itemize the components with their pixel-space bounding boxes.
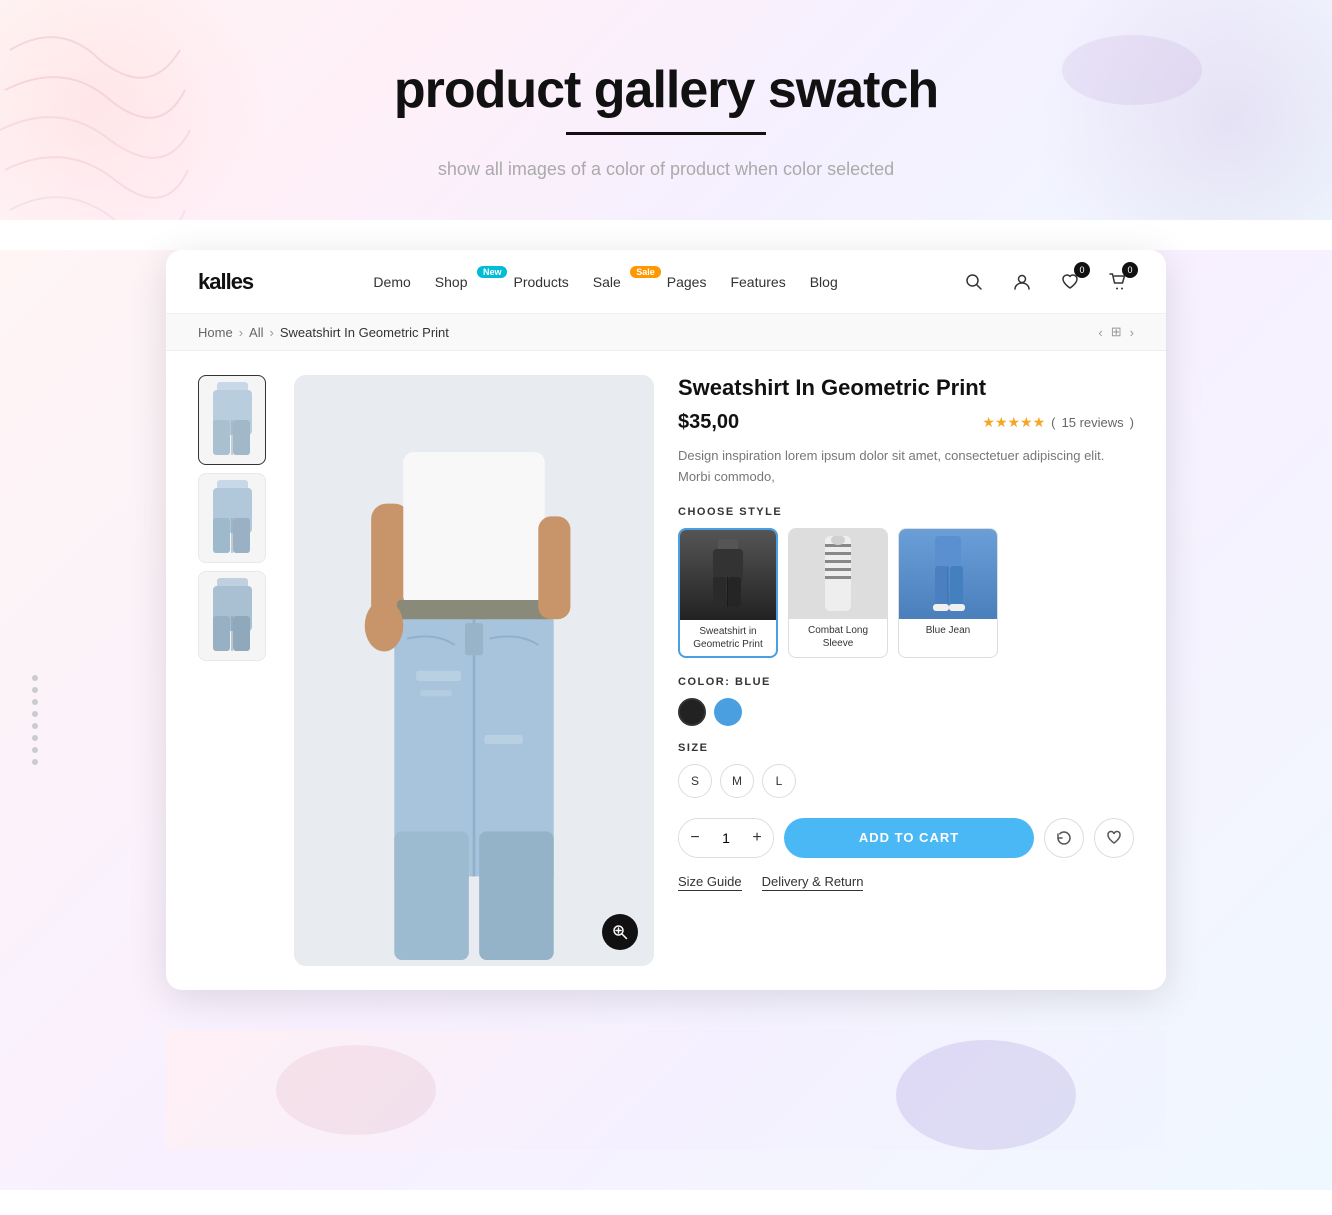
size-row: S M L: [678, 764, 1134, 798]
style-image-denim: [923, 536, 973, 611]
sale-badge: Sale: [630, 266, 661, 278]
quantity-decrease-button[interactable]: −: [679, 819, 711, 857]
deco-bottom-right: [886, 1020, 1086, 1170]
nav-item-shop[interactable]: Shop New: [435, 274, 490, 290]
size-label: SIZE: [678, 742, 1134, 754]
size-button-m[interactable]: M: [720, 764, 754, 798]
hero-subtitle: show all images of a color of product wh…: [20, 159, 1312, 180]
size-button-s[interactable]: S: [678, 764, 712, 798]
nav-icons: 0 0: [958, 266, 1134, 298]
product-section: Sweatshirt In Geometric Print $35,00 ★★★…: [166, 351, 1166, 990]
size-button-l[interactable]: L: [762, 764, 796, 798]
thumbnail-3[interactable]: [198, 571, 266, 661]
nav-item-demo[interactable]: Demo: [373, 274, 410, 290]
nav-item-features[interactable]: Features: [730, 274, 785, 290]
color-row: [678, 698, 1134, 726]
cart-row: − 1 + ADD TO CART: [678, 818, 1134, 858]
wishlist-button[interactable]: 0: [1054, 266, 1086, 298]
reviews-count-value[interactable]: 15 reviews: [1062, 415, 1124, 430]
hero-underline: [566, 132, 766, 135]
reviews-count: (: [1051, 415, 1055, 430]
quantity-control: − 1 +: [678, 818, 774, 858]
add-to-cart-button[interactable]: ADD TO CART: [784, 818, 1034, 858]
style-grid: Sweatshirt in Geometric Print: [678, 528, 1134, 658]
color-label: COLOR: BLUE: [678, 676, 1134, 688]
breadcrumb-sep-1: ›: [239, 325, 243, 340]
size-guide-link[interactable]: Size Guide: [678, 874, 742, 891]
product-reviews: ★★★★★ (15 reviews): [982, 414, 1134, 431]
nav-item-sale[interactable]: Sale Sale: [593, 274, 643, 290]
thumb-image-1: [205, 380, 260, 460]
product-footer-links: Size Guide Delivery & Return: [678, 874, 1134, 891]
shop-new-badge: New: [477, 266, 508, 278]
product-description: Design inspiration lorem ipsum dolor sit…: [678, 446, 1134, 488]
style-image-stripe: [813, 536, 863, 611]
thumbnail-1[interactable]: [198, 375, 266, 465]
account-button[interactable]: [1006, 266, 1038, 298]
cart-button[interactable]: 0: [1102, 266, 1134, 298]
nav-item-pages[interactable]: Pages: [667, 274, 707, 290]
breadcrumb-current: Sweatshirt In Geometric Print: [280, 325, 449, 340]
store-frame: kalles Demo Shop New Products Sale Sale …: [166, 250, 1166, 990]
refresh-button[interactable]: [1044, 818, 1084, 858]
thumb-image-2: [205, 478, 260, 558]
breadcrumb: Home › All › Sweatshirt In Geometric Pri…: [166, 314, 1166, 351]
style-card-image-0: [680, 530, 776, 620]
user-icon: [1013, 273, 1031, 291]
model-figure: [294, 375, 654, 966]
thumbnail-list: [198, 375, 270, 966]
breadcrumb-sep-2: ›: [269, 325, 273, 340]
hero-title: product gallery swatch: [20, 60, 1312, 120]
wishlist-button-product[interactable]: [1094, 818, 1134, 858]
main-image-content: [294, 375, 654, 966]
product-price-row: $35,00 ★★★★★ (15 reviews): [678, 411, 1134, 434]
color-swatch-blue[interactable]: [714, 698, 742, 726]
nav-logo[interactable]: kalles: [198, 269, 253, 295]
search-button[interactable]: [958, 266, 990, 298]
nav-item-products[interactable]: Products: [513, 274, 568, 290]
style-card-label-2: Blue Jean: [899, 619, 997, 642]
nav-links: Demo Shop New Products Sale Sale Pages F: [373, 274, 837, 290]
style-card-2[interactable]: Blue Jean: [898, 528, 998, 658]
delivery-return-link[interactable]: Delivery & Return: [762, 874, 864, 891]
quantity-display: 1: [711, 830, 741, 846]
style-image-black-outfit: [703, 537, 753, 612]
page-bottom: [166, 1030, 1166, 1150]
grid-view-button[interactable]: ⊞: [1111, 324, 1122, 340]
breadcrumb-left: Home › All › Sweatshirt In Geometric Pri…: [198, 325, 449, 340]
search-icon: [965, 273, 983, 291]
main-product-image: [294, 375, 654, 966]
hero-section: product gallery swatch show all images o…: [0, 0, 1332, 220]
cart-count: 0: [1122, 262, 1138, 278]
navbar: kalles Demo Shop New Products Sale Sale …: [166, 250, 1166, 314]
left-dots-decoration: [32, 675, 38, 765]
product-info: Sweatshirt In Geometric Print $35,00 ★★★…: [678, 375, 1134, 966]
style-card-image-1: [789, 529, 887, 619]
product-title: Sweatshirt In Geometric Print: [678, 375, 1134, 401]
prev-product-button[interactable]: ‹: [1098, 325, 1102, 340]
heart-outline-icon: [1106, 830, 1122, 846]
thumb-image-3: [205, 576, 260, 656]
deco-bottom-left: [266, 1030, 446, 1150]
wishlist-count: 0: [1074, 262, 1090, 278]
product-price: $35,00: [678, 411, 739, 434]
breadcrumb-all[interactable]: All: [249, 325, 263, 340]
thumbnail-2[interactable]: [198, 473, 266, 563]
choose-style-label: CHOOSE STYLE: [678, 506, 1134, 518]
style-card-image-2: [899, 529, 997, 619]
style-card-1[interactable]: Combat Long Sleeve: [788, 528, 888, 658]
star-rating: ★★★★★: [982, 414, 1045, 431]
nav-item-blog[interactable]: Blog: [810, 274, 838, 290]
style-card-label-0: Sweatshirt in Geometric Print: [680, 620, 776, 656]
quantity-increase-button[interactable]: +: [741, 819, 773, 857]
style-card-label-1: Combat Long Sleeve: [789, 619, 887, 655]
next-product-button[interactable]: ›: [1130, 325, 1134, 340]
zoom-icon: [612, 924, 628, 940]
refresh-icon: [1056, 830, 1072, 846]
breadcrumb-right: ‹ ⊞ ›: [1098, 324, 1134, 340]
breadcrumb-home[interactable]: Home: [198, 325, 233, 340]
color-swatch-black[interactable]: [678, 698, 706, 726]
style-card-0[interactable]: Sweatshirt in Geometric Print: [678, 528, 778, 658]
